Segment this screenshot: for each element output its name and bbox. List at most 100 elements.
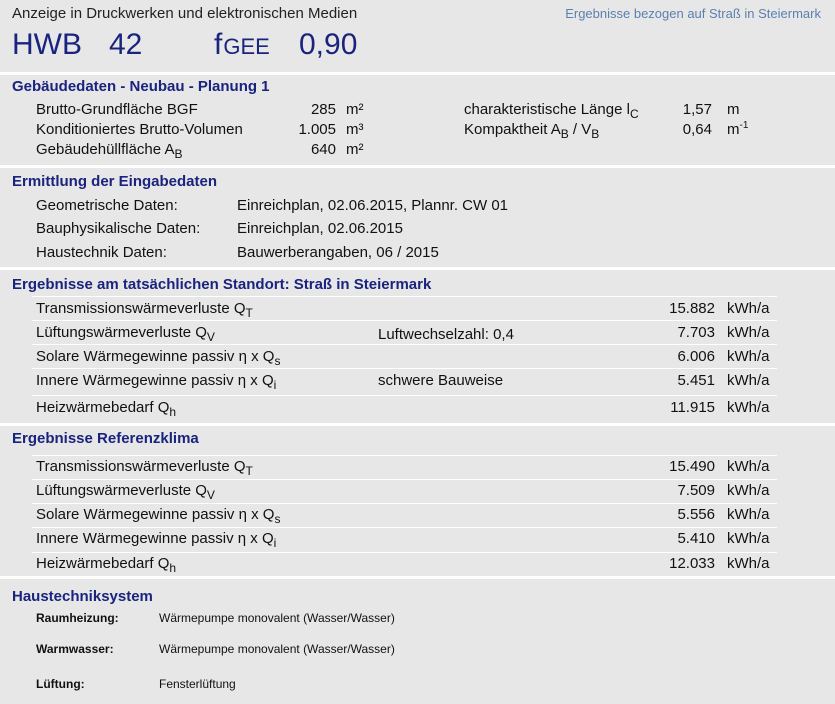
ref-ventilation-label-main: Lüftungswärmeverluste Q [36, 482, 207, 499]
site-transmission-unit: kWh/a [727, 300, 770, 317]
site-heating-demand-label-main: Heizwärmebedarf Q [36, 399, 170, 416]
compactness-label-sub2: B [591, 127, 600, 141]
site-ventilation-label-main: Lüftungswärmeverluste Q [36, 324, 207, 341]
geometric-data-label: Geometrische Daten: [36, 197, 178, 214]
hull-area-value: 640 [310, 141, 336, 158]
divider [32, 368, 777, 369]
building-services-title: Haustechniksystem [12, 588, 153, 605]
ref-heating-demand-label: Heizwärmebedarf Qh [36, 555, 177, 575]
site-internal-gains-label: Innere Wärmegewinne passiv η x Qi [36, 372, 277, 392]
hot-water-value: Wärmepumpe monovalent (Wasser/Wasser) [159, 642, 395, 656]
ref-internal-gains-label-sub: i [273, 536, 277, 550]
char-length-label-main: charakteristische Länge l [464, 101, 630, 118]
geometric-data-value: Einreichplan, 02.06.2015, Plannr. CW 01 [237, 197, 509, 214]
ref-ventilation-label-sub: V [206, 488, 215, 502]
ref-internal-gains-value: 5.410 [677, 530, 715, 547]
site-transmission-label-sub: T [245, 306, 253, 320]
divider [32, 344, 777, 345]
site-internal-gains-label-main: Innere Wärmegewinne passiv η x Q [36, 372, 274, 389]
ref-heating-demand-label-sub: h [169, 561, 177, 575]
fgee-label: fGEE [214, 28, 270, 62]
site-transmission-label-main: Transmissionswärmeverluste Q [36, 300, 246, 317]
divider [32, 320, 777, 321]
reference-results-title: Ergebnisse Referenzklima [12, 430, 199, 447]
site-heating-demand-label: Heizwärmebedarf Qh [36, 399, 177, 419]
ref-transmission-label: Transmissionswärmeverluste QT [36, 458, 253, 478]
site-internal-gains-unit: kWh/a [727, 372, 770, 389]
reference-results-section: Ergebnisse Referenzklima Transmissionswä… [0, 426, 835, 576]
volume-value: 1.005 [298, 121, 336, 138]
ref-solar-gains-label: Solare Wärmegewinne passiv η x Qs [36, 506, 281, 526]
volume-unit: m³ [346, 121, 364, 138]
building-services-section: Haustechniksystem Raumheizung: Wärmepump… [0, 579, 835, 704]
header-panel: Anzeige in Druckwerken und elektronische… [0, 0, 835, 72]
divider [32, 527, 777, 528]
hull-area-label-sub: B [174, 147, 183, 161]
ref-transmission-label-sub: T [245, 464, 253, 478]
compactness-unit-sup: -1 [739, 120, 749, 131]
compactness-label-sub1: B [560, 127, 569, 141]
bgf-unit: m² [346, 101, 364, 118]
input-data-title: Ermittlung der Eingabedaten [12, 173, 218, 190]
ref-transmission-unit: kWh/a [727, 458, 770, 475]
ref-ventilation-value: 7.509 [677, 482, 715, 499]
compactness-unit-main: m [727, 121, 740, 138]
site-ventilation-unit: kWh/a [727, 324, 770, 341]
hull-area-unit: m² [346, 141, 364, 158]
divider [32, 479, 777, 480]
divider [32, 455, 777, 456]
ref-internal-gains-label: Innere Wärmegewinne passiv η x Qi [36, 530, 277, 550]
site-internal-gains-label-sub: i [273, 378, 277, 392]
ventilation-value: Fensterlüftung [159, 677, 236, 691]
compactness-value: 0,64 [682, 121, 712, 138]
ref-heating-demand-value: 12.033 [669, 555, 715, 572]
site-ventilation-label: Lüftungswärmeverluste QV [36, 324, 215, 344]
fgee-value: 0,90 [299, 28, 358, 61]
char-length-label: charakteristische Länge lC [464, 101, 639, 121]
building-physics-label: Bauphysikalische Daten: [36, 220, 201, 237]
compactness-unit: m-1 [727, 120, 749, 138]
site-ventilation-value: 7.703 [677, 324, 715, 341]
hwb-value: 42 [109, 28, 143, 61]
reference-location-text: Ergebnisse bezogen auf Straß in Steierma… [565, 6, 821, 21]
site-results-title: Ergebnisse am tatsächlichen Standort: St… [12, 276, 432, 293]
bgf-value: 285 [310, 101, 336, 118]
ref-ventilation-label: Lüftungswärmeverluste QV [36, 482, 215, 502]
site-internal-gains-value: 5.451 [677, 372, 715, 389]
site-heating-demand-label-sub: h [169, 405, 177, 419]
ref-internal-gains-unit: kWh/a [727, 530, 770, 547]
ref-solar-gains-value: 5.556 [677, 506, 715, 523]
ref-ventilation-unit: kWh/a [727, 482, 770, 499]
site-ventilation-label-sub: V [206, 330, 215, 344]
fgee-label-main: f [214, 28, 223, 61]
compactness-label-main: Kompaktheit A [464, 121, 561, 138]
construction-type-note: schwere Bauweise [378, 372, 504, 389]
hot-water-label: Warmwasser: [36, 642, 114, 656]
char-length-label-sub: C [629, 107, 639, 121]
compactness-label: Kompaktheit AB / VB [464, 121, 600, 141]
ref-solar-gains-unit: kWh/a [727, 506, 770, 523]
air-change-rate-note: Luftwechselzahl: 0,4 [378, 326, 514, 343]
hwb-label: HWB [12, 28, 82, 61]
hull-area-label: Gebäudehüllfläche AB [36, 141, 183, 161]
site-heating-demand-value: 11.915 [670, 399, 715, 416]
char-length-unit: m [727, 101, 740, 118]
hvac-data-label: Haustechnik Daten: [36, 244, 167, 261]
site-results-section: Ergebnisse am tatsächlichen Standort: St… [0, 270, 835, 423]
space-heating-value: Wärmepumpe monovalent (Wasser/Wasser) [159, 611, 395, 625]
ventilation-label: Lüftung: [36, 677, 85, 691]
site-transmission-value: 15.882 [669, 300, 715, 317]
ref-solar-gains-label-sub: s [274, 512, 281, 526]
ad-text: Anzeige in Druckwerken und elektronische… [12, 5, 358, 22]
building-data-section: Gebäudedaten - Neubau - Planung 1 Brutto… [0, 75, 835, 165]
ref-heating-demand-unit: kWh/a [727, 555, 770, 572]
input-data-section: Ermittlung der Eingabedaten Geometrische… [0, 168, 835, 267]
char-length-value: 1,57 [682, 101, 712, 118]
volume-label: Konditioniertes Brutto-Volumen [36, 121, 243, 138]
divider [32, 296, 777, 297]
ref-transmission-value: 15.490 [669, 458, 715, 475]
hvac-data-value: Bauwerberangaben, 06 / 2015 [237, 244, 439, 261]
ref-heating-demand-label-main: Heizwärmebedarf Q [36, 555, 170, 572]
space-heating-label: Raumheizung: [36, 611, 119, 625]
ref-internal-gains-label-main: Innere Wärmegewinne passiv η x Q [36, 530, 274, 547]
